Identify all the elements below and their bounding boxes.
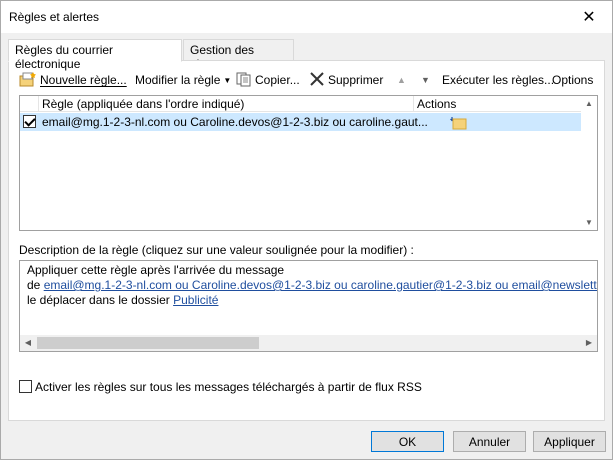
copy-rule-button[interactable]: Copier... <box>236 69 300 91</box>
description-scrollbar[interactable]: ◀ ▶ <box>20 335 597 351</box>
column-separator <box>38 96 39 112</box>
title-bar: Règles et alertes ✕ <box>1 1 612 33</box>
window-title: Règles et alertes <box>9 10 100 24</box>
scroll-right-arrow-icon[interactable]: ▶ <box>581 338 597 347</box>
rss-rules-label: Activer les règles sur tous les messages… <box>35 380 422 394</box>
apply-button[interactable]: Appliquer <box>533 431 606 452</box>
column-separator <box>413 96 414 112</box>
actions-column-header[interactable]: Actions <box>417 97 456 111</box>
email-rules-panel: Nouvelle règle... Modifier la règle ▼ Co… <box>8 60 605 421</box>
new-rule-icon <box>19 71 37 90</box>
delete-icon <box>309 71 325 90</box>
description-label: Description de la règle (cliquez sur une… <box>19 243 414 257</box>
description-line-condition: Appliquer cette règle après l'arrivée du… <box>27 263 285 277</box>
scroll-up-arrow-icon[interactable]: ▲ <box>581 99 597 108</box>
delete-rule-button[interactable]: Supprimer <box>309 69 383 91</box>
new-rule-label: Nouvelle règle... <box>40 73 127 87</box>
rule-column-header[interactable]: Règle (appliquée dans l'ordre indiqué) <box>42 97 244 111</box>
copy-label: Copier... <box>255 73 300 87</box>
description-from-prefix: de <box>27 278 44 292</box>
run-rules-button[interactable]: Exécuter les règles... <box>442 69 554 91</box>
tab-bar: Règles du courrier électronique Gestion … <box>8 39 605 71</box>
ok-button[interactable]: OK <box>371 431 444 452</box>
rss-rules-checkbox[interactable] <box>19 380 32 393</box>
tab-manage-alerts[interactable]: Gestion des alertes <box>183 39 294 71</box>
rules-dialog: Règles et alertes ✕ Règles du courrier é… <box>0 0 613 460</box>
delete-label: Supprimer <box>328 73 384 87</box>
new-rule-button[interactable]: Nouvelle règle... <box>19 69 127 91</box>
rules-list-header: Règle (appliquée dans l'ordre indiqué) A… <box>20 96 582 112</box>
scroll-left-arrow-icon[interactable]: ◀ <box>20 338 36 347</box>
cancel-button[interactable]: Annuler <box>453 431 526 452</box>
move-up-button[interactable]: ▲ <box>397 69 406 91</box>
rule-row[interactable]: email@mg.1-2-3-nl.com ou Caroline.devos@… <box>20 113 582 131</box>
rule-description-box: Appliquer cette règle après l'arrivée du… <box>19 260 598 352</box>
modify-rule-button[interactable]: Modifier la règle ▼ <box>135 69 231 91</box>
senders-link[interactable]: email@mg.1-2-3-nl.com ou Caroline.devos@… <box>44 278 597 292</box>
description-line-action: le déplacer dans le dossier Publicité <box>27 293 218 307</box>
close-button[interactable]: ✕ <box>566 1 612 32</box>
scroll-down-arrow-icon[interactable]: ▼ <box>581 218 597 227</box>
rules-toolbar: Nouvelle règle... Modifier la règle ▼ Co… <box>19 69 599 91</box>
copy-icon <box>236 71 252 90</box>
rules-list: Règle (appliquée dans l'ordre indiqué) A… <box>19 95 598 231</box>
modify-rule-label: Modifier la règle <box>135 73 221 87</box>
rules-list-scrollbar[interactable]: ▲ ▼ <box>581 96 597 230</box>
description-line-senders: de email@mg.1-2-3-nl.com ou Caroline.dev… <box>27 278 597 292</box>
chevron-down-icon: ▼ <box>223 75 232 85</box>
options-button[interactable]: Options <box>552 69 593 91</box>
rule-name: email@mg.1-2-3-nl.com ou Caroline.devos@… <box>42 115 428 129</box>
move-down-button[interactable]: ▼ <box>421 69 430 91</box>
scrollbar-thumb[interactable] <box>37 337 259 349</box>
description-move-prefix: le déplacer dans le dossier <box>27 293 174 307</box>
folder-link[interactable]: Publicité <box>173 293 218 307</box>
tab-email-rules[interactable]: Règles du courrier électronique <box>8 39 182 71</box>
move-to-folder-icon <box>450 114 468 133</box>
rule-enabled-checkbox[interactable] <box>23 115 36 128</box>
